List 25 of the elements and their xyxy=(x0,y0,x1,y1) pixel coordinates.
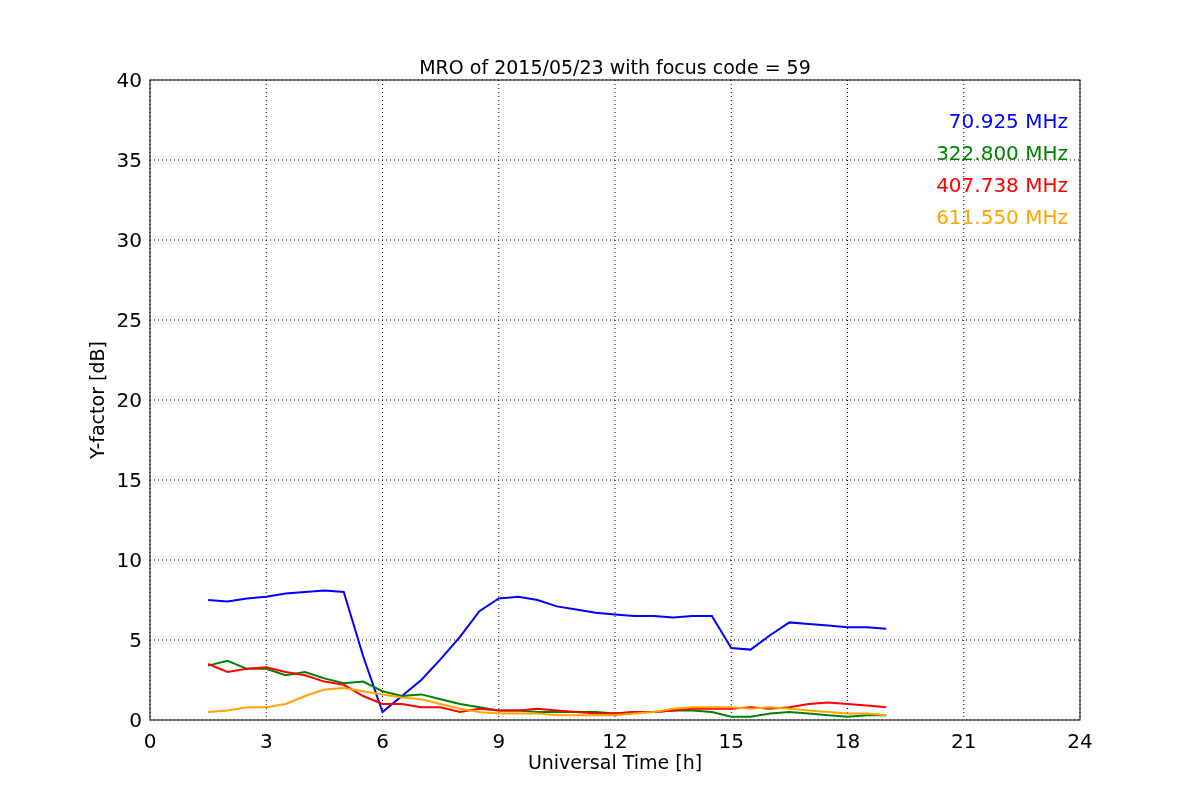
y-axis-label: Y-factor [dB] xyxy=(86,341,108,459)
x-tick-label: 24 xyxy=(1067,729,1093,753)
y-tick-label: 40 xyxy=(116,68,142,92)
legend-label: 407.738 MHz xyxy=(936,173,1068,197)
y-tick-label: 20 xyxy=(116,388,142,412)
y-tick-label: 35 xyxy=(116,148,142,172)
x-tick-label: 3 xyxy=(259,729,273,753)
x-tick-label: 9 xyxy=(492,729,506,753)
y-tick-label: 5 xyxy=(129,628,142,652)
y-tick-label: 25 xyxy=(116,308,142,332)
x-tick-label: 12 xyxy=(602,729,628,753)
legend-label: 70.925 MHz xyxy=(948,109,1068,133)
x-tick-label: 6 xyxy=(376,729,389,753)
chart-title: MRO of 2015/05/23 with focus code = 59 xyxy=(419,56,811,78)
legend-label: 611.550 MHz xyxy=(936,205,1068,229)
x-tick-label: 21 xyxy=(951,729,977,753)
y-tick-label: 10 xyxy=(116,548,142,572)
legend-label: 322.800 MHz xyxy=(936,141,1068,165)
y-tick-label: 15 xyxy=(116,468,142,492)
y-tick-label: 0 xyxy=(129,708,142,732)
x-tick-label: 0 xyxy=(143,729,157,753)
y-tick-label: 30 xyxy=(116,228,142,252)
x-tick-label: 15 xyxy=(718,729,744,753)
x-tick-label: 18 xyxy=(834,729,861,753)
x-axis-label: Universal Time [h] xyxy=(527,751,703,773)
